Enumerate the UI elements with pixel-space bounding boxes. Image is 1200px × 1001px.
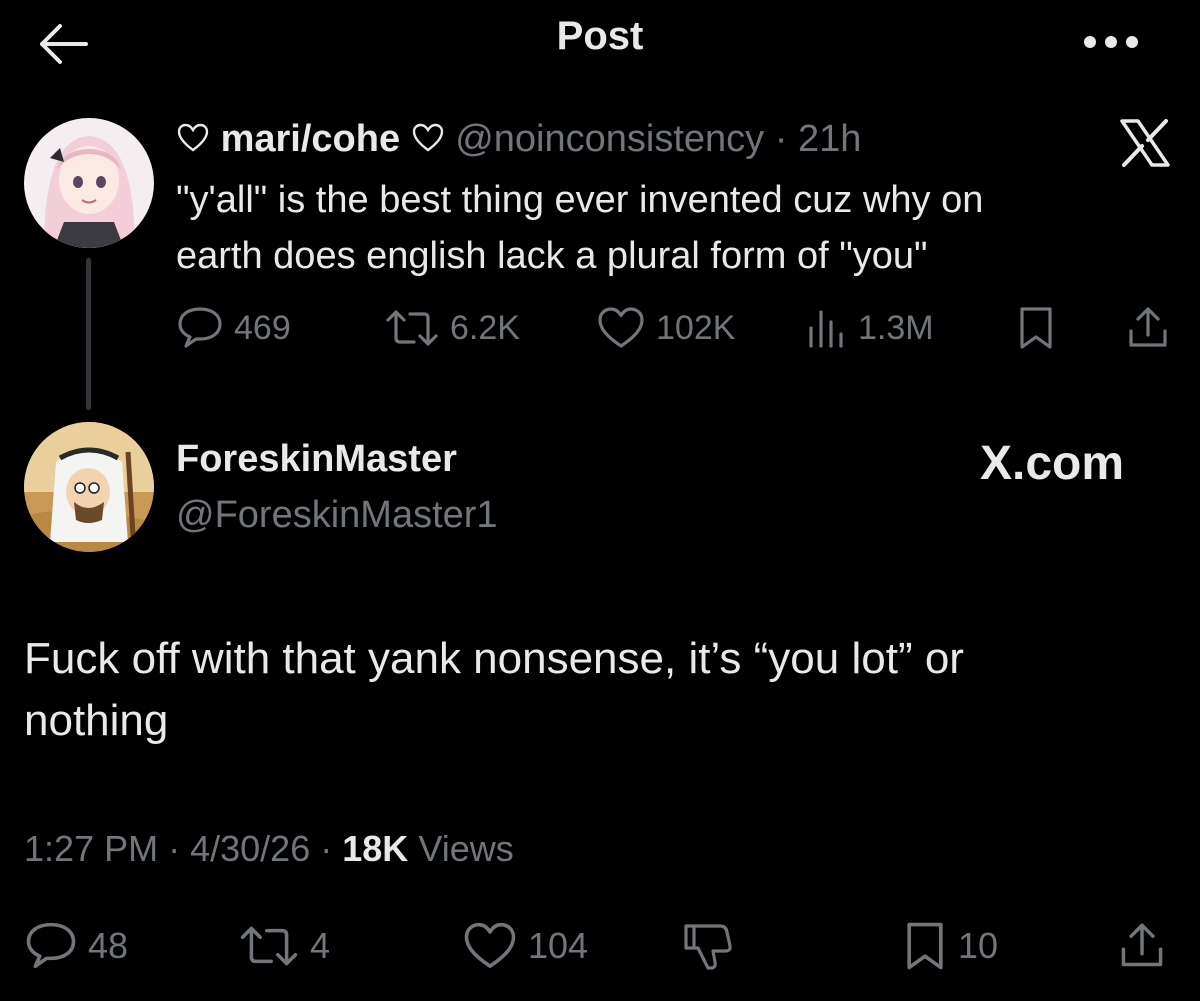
share-button[interactable] bbox=[1118, 916, 1166, 976]
repost-count: 4 bbox=[310, 925, 331, 966]
main-text-line: nothing bbox=[24, 696, 169, 745]
post-metadata: 1:27 PM · 4/30/26 · 18K Views bbox=[24, 828, 514, 870]
parent-like-count: 102K bbox=[656, 308, 736, 347]
author-handle[interactable]: @ForeskinMaster1 bbox=[176, 494, 498, 537]
views-label: Views bbox=[418, 828, 514, 869]
page-title: Post bbox=[556, 14, 644, 58]
main-text-line: Fuck off with that yank nonsense, it’s “… bbox=[24, 634, 964, 683]
main-action-bar: 48 4 104 10 bbox=[24, 916, 1184, 976]
parent-text-line: earth does english lack a plural form of… bbox=[176, 235, 928, 277]
bookmark-icon bbox=[1020, 307, 1052, 349]
dislike-button[interactable] bbox=[680, 916, 736, 976]
repost-button[interactable]: 4 bbox=[238, 916, 330, 976]
bookmark-icon bbox=[907, 922, 943, 970]
parent-post-age[interactable]: 21h bbox=[798, 118, 861, 160]
parent-display-name[interactable]: mari/cohe bbox=[221, 118, 401, 160]
separator-dot: · bbox=[320, 828, 333, 869]
parent-text-line: "y'all" is the best thing ever invented … bbox=[176, 179, 984, 221]
share-icon bbox=[1129, 307, 1167, 347]
parent-share-button[interactable] bbox=[1126, 300, 1170, 356]
repost-icon bbox=[240, 926, 298, 966]
repost-icon bbox=[386, 310, 438, 346]
parent-views-button[interactable]: 1.3M bbox=[806, 300, 934, 356]
avatar-anime-girl[interactable] bbox=[24, 118, 154, 248]
parent-reply-count: 469 bbox=[234, 308, 291, 347]
parent-post-text: "y'all" is the best thing ever invented … bbox=[176, 172, 1156, 284]
parent-action-bar: 469 6.2K 102K 1.3M bbox=[176, 300, 1176, 356]
avatar-cartoon-character[interactable] bbox=[24, 422, 154, 552]
heart-outline-icon bbox=[412, 123, 443, 152]
thumbs-down-icon bbox=[684, 924, 732, 970]
x-logo-icon bbox=[1118, 118, 1172, 168]
bookmark-button[interactable]: 10 bbox=[902, 916, 998, 976]
reply-icon bbox=[26, 922, 76, 969]
like-heart-icon bbox=[464, 922, 516, 968]
bookmark-count: 10 bbox=[958, 925, 999, 966]
more-options-icon[interactable] bbox=[1082, 24, 1140, 60]
post-time[interactable]: 1:27 PM bbox=[24, 828, 158, 869]
like-count: 104 bbox=[528, 925, 589, 966]
xcom-watermark: X.com bbox=[980, 437, 1125, 490]
reply-button[interactable]: 48 bbox=[24, 916, 128, 976]
parent-view-count: 1.3M bbox=[858, 308, 934, 347]
parent-like-button[interactable]: 102K bbox=[596, 300, 735, 356]
separator-dot: · bbox=[168, 828, 181, 869]
like-heart-icon bbox=[598, 307, 644, 348]
reply-count: 48 bbox=[88, 925, 129, 966]
parent-post-header: mari/cohe @noinconsistency · 21h bbox=[176, 114, 861, 164]
post-date[interactable]: 4/30/26 bbox=[190, 828, 310, 869]
like-button[interactable]: 104 bbox=[462, 916, 588, 976]
author-display-name[interactable]: ForeskinMaster bbox=[176, 438, 457, 481]
reply-icon bbox=[178, 307, 222, 348]
parent-repost-button[interactable]: 6.2K bbox=[384, 300, 520, 356]
parent-reply-button[interactable]: 469 bbox=[176, 300, 291, 356]
main-post-text: Fuck off with that yank nonsense, it’s “… bbox=[24, 628, 1174, 752]
views-count: 18K bbox=[342, 828, 409, 869]
share-icon bbox=[1121, 923, 1163, 967]
parent-bookmark-button[interactable] bbox=[1016, 300, 1056, 356]
thread-connector-line bbox=[86, 258, 91, 410]
analytics-bars-icon bbox=[809, 310, 843, 348]
heart-outline-icon bbox=[177, 123, 209, 152]
parent-handle[interactable]: @noinconsistency bbox=[455, 118, 764, 160]
separator-dot: · bbox=[774, 118, 788, 160]
parent-repost-count: 6.2K bbox=[450, 308, 520, 347]
